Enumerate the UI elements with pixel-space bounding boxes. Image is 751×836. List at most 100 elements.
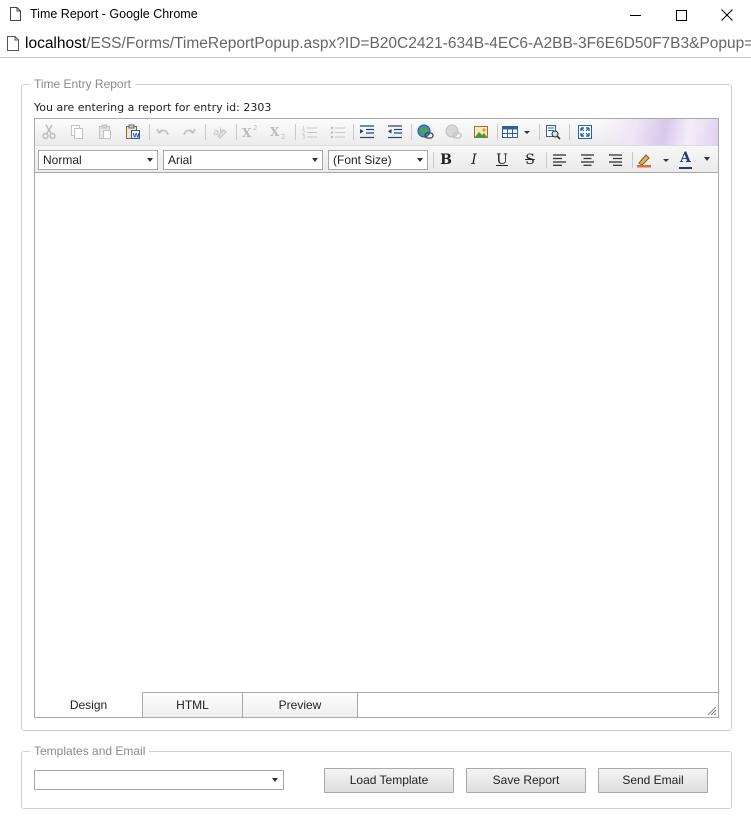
highlight-color-button[interactable] bbox=[636, 150, 670, 170]
strikethrough-button[interactable]: S bbox=[520, 150, 540, 170]
paste-from-word-icon: W bbox=[126, 124, 140, 140]
editor-toolbar-top: W ab X2 X2 123 bbox=[35, 119, 718, 146]
chevron-down-icon bbox=[417, 158, 423, 162]
numbered-list-icon: 123 bbox=[302, 126, 317, 140]
font-color-icon: A bbox=[680, 150, 691, 166]
insert-link-icon bbox=[417, 124, 434, 139]
paste-from-word-button[interactable]: W bbox=[123, 122, 143, 142]
toolbar-separator bbox=[569, 124, 570, 140]
outdent-icon bbox=[388, 125, 402, 139]
address-bar[interactable]: localhost/ESS/Forms/TimeReportPopup.aspx… bbox=[0, 30, 751, 58]
paste-button[interactable] bbox=[95, 122, 115, 142]
find-replace-icon bbox=[546, 125, 561, 140]
indent-icon bbox=[360, 125, 374, 139]
url-host: localhost bbox=[25, 35, 87, 52]
fullscreen-icon bbox=[578, 125, 592, 139]
paragraph-style-dropdown[interactable]: Normal bbox=[38, 150, 158, 170]
toolbar-separator bbox=[433, 152, 434, 168]
subscript-icon: X2 bbox=[270, 125, 285, 140]
send-email-button[interactable]: Send Email bbox=[598, 768, 708, 793]
align-right-button[interactable] bbox=[606, 150, 626, 170]
font-name-dropdown[interactable]: Arial bbox=[163, 150, 323, 170]
font-size-dropdown[interactable]: (Font Size) bbox=[328, 150, 428, 170]
entry-id-text: You are entering a report for entry id: … bbox=[34, 101, 272, 114]
toolbar-separator bbox=[546, 152, 547, 168]
minimize-icon bbox=[629, 14, 641, 16]
chevron-down-icon bbox=[704, 157, 710, 161]
copy-button[interactable] bbox=[67, 122, 87, 142]
font-color-swatch bbox=[679, 167, 692, 169]
highlight-icon bbox=[637, 154, 669, 168]
numbered-list-button[interactable]: 123 bbox=[300, 122, 320, 142]
paragraph-style-value: Normal bbox=[43, 153, 82, 167]
toolbar-separator bbox=[236, 124, 237, 140]
templates-legend: Templates and Email bbox=[30, 744, 150, 758]
tab-design[interactable]: Design bbox=[35, 692, 143, 717]
indent-button[interactable] bbox=[357, 122, 377, 142]
save-report-button[interactable]: Save Report bbox=[466, 768, 586, 793]
resize-grip-icon[interactable] bbox=[706, 705, 717, 716]
italic-button[interactable]: I bbox=[464, 150, 484, 170]
font-name-value: Arial bbox=[168, 153, 193, 167]
tab-html[interactable]: HTML bbox=[143, 692, 243, 717]
superscript-icon: X2 bbox=[242, 124, 257, 140]
chevron-down-icon bbox=[147, 158, 153, 162]
undo-icon bbox=[156, 128, 169, 136]
superscript-button[interactable]: X2 bbox=[241, 122, 261, 142]
format-stripper-icon: ab bbox=[213, 127, 227, 139]
editor-content-area[interactable] bbox=[35, 173, 718, 692]
chevron-down-icon bbox=[272, 778, 278, 782]
close-icon bbox=[721, 9, 733, 21]
bulleted-list-button[interactable] bbox=[328, 122, 348, 142]
format-stripper-button[interactable]: ab bbox=[210, 122, 230, 142]
window-title-bar: Time Report - Google Chrome bbox=[0, 0, 751, 30]
insert-table-button[interactable] bbox=[501, 122, 531, 142]
toolbar-separator bbox=[632, 152, 633, 168]
insert-link-button[interactable] bbox=[415, 122, 435, 142]
bulleted-list-icon bbox=[330, 126, 345, 139]
maximize-icon bbox=[675, 9, 687, 21]
toolbar-separator bbox=[205, 124, 206, 140]
bold-button[interactable]: B bbox=[436, 150, 456, 170]
undo-button[interactable] bbox=[153, 122, 173, 142]
align-center-icon bbox=[581, 154, 594, 166]
insert-image-icon bbox=[474, 126, 488, 138]
remove-link-button[interactable] bbox=[443, 122, 463, 142]
redo-icon bbox=[183, 128, 196, 136]
maximize-button[interactable] bbox=[658, 0, 704, 30]
paste-icon bbox=[99, 124, 111, 139]
url-path: /ESS/Forms/TimeReportPopup.aspx?ID=B20C2… bbox=[86, 35, 751, 52]
find-replace-button[interactable] bbox=[543, 122, 563, 142]
cut-icon bbox=[42, 124, 56, 140]
outdent-button[interactable] bbox=[385, 122, 405, 142]
cut-button[interactable] bbox=[39, 122, 59, 142]
document-icon bbox=[7, 36, 19, 51]
insert-image-button[interactable] bbox=[471, 122, 491, 142]
toolbar-decoration bbox=[598, 119, 718, 145]
align-left-button[interactable] bbox=[550, 150, 570, 170]
minimize-button[interactable] bbox=[612, 0, 658, 30]
insert-table-icon bbox=[502, 126, 530, 138]
page-icon bbox=[10, 7, 21, 21]
svg-text:3: 3 bbox=[302, 135, 305, 140]
subscript-button[interactable]: X2 bbox=[269, 122, 289, 142]
fullscreen-button[interactable] bbox=[575, 122, 595, 142]
underline-button[interactable]: U bbox=[492, 150, 512, 170]
align-right-icon bbox=[609, 154, 622, 166]
svg-text:2: 2 bbox=[281, 133, 285, 140]
svg-text:2: 2 bbox=[253, 124, 257, 132]
toolbar-separator bbox=[539, 124, 540, 140]
load-template-button[interactable]: Load Template bbox=[324, 768, 454, 793]
url-text: localhost/ESS/Forms/TimeReportPopup.aspx… bbox=[25, 35, 751, 53]
toolbar-separator bbox=[411, 124, 412, 140]
toolbar-separator bbox=[149, 124, 150, 140]
toolbar-separator bbox=[497, 124, 498, 140]
template-select[interactable] bbox=[34, 770, 284, 790]
align-center-button[interactable] bbox=[578, 150, 598, 170]
tab-preview[interactable]: Preview bbox=[243, 692, 358, 717]
font-color-button[interactable]: A bbox=[676, 150, 712, 170]
remove-link-icon bbox=[445, 124, 462, 139]
time-entry-legend: Time Entry Report bbox=[30, 77, 135, 91]
close-button[interactable] bbox=[704, 0, 750, 30]
redo-button[interactable] bbox=[179, 122, 199, 142]
